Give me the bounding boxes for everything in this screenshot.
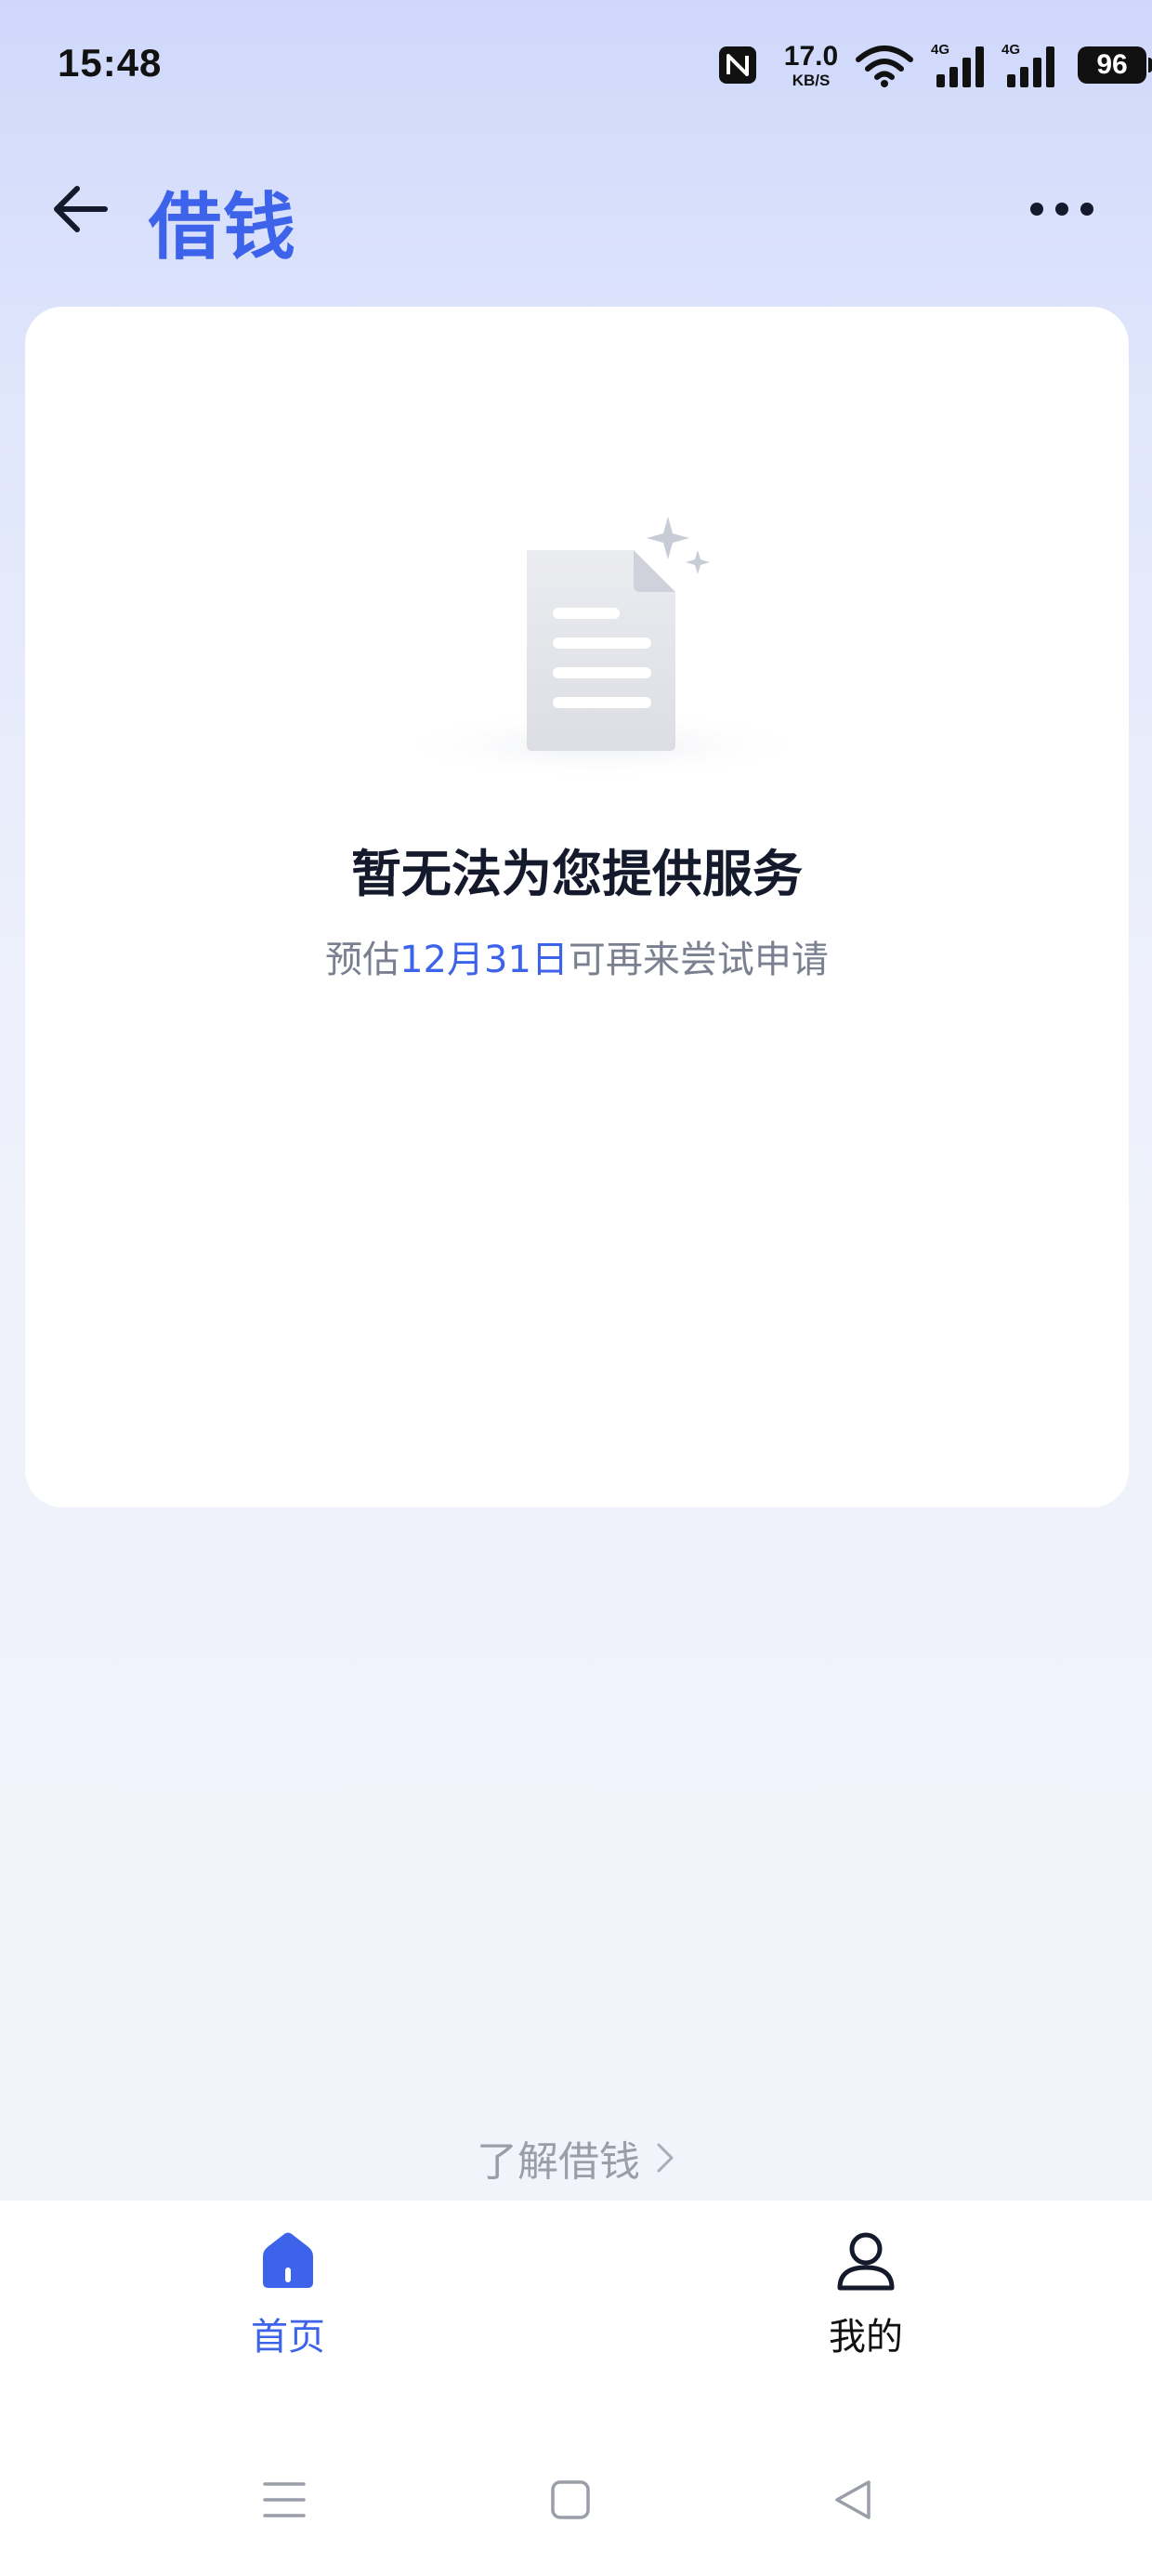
system-home-button[interactable]: [533, 2463, 608, 2537]
chevron-right-icon: [657, 2143, 674, 2173]
tab-mine-label: 我的: [829, 2316, 903, 2359]
empty-document-icon: [397, 517, 815, 781]
learn-more-link[interactable]: 了解借钱: [0, 2128, 1152, 2188]
system-back-button[interactable]: [816, 2463, 890, 2537]
person-icon: [837, 2232, 895, 2291]
subtitle-suffix: 可再来尝试申请: [568, 939, 829, 981]
home-icon: [263, 2232, 313, 2288]
page-title: 借钱: [149, 186, 298, 269]
wifi-icon: [856, 46, 913, 87]
arrow-left-icon: [54, 186, 108, 232]
network-speed-value: 17.0: [783, 41, 839, 72]
signal2-label: 4G: [1001, 42, 1020, 58]
system-nav-bar: [0, 2463, 1152, 2546]
status-bar: 15:48 17.0 KB/S 4G 4G 96: [0, 0, 1152, 139]
empty-state-subtitle: 预估12月31日可再来尝试申请: [25, 929, 1129, 983]
tab-mine[interactable]: 我的: [773, 2228, 959, 2368]
network-speed-unit: KB/S: [792, 72, 831, 89]
tab-home[interactable]: 首页: [195, 2228, 381, 2368]
empty-state-title: 暂无法为您提供服务: [351, 845, 803, 903]
more-options-button[interactable]: [1020, 186, 1104, 232]
subtitle-prefix: 预估: [325, 939, 400, 981]
more-dots-icon: [1030, 203, 1093, 216]
retry-date: 12月31日: [399, 939, 569, 981]
status-card: 暂无法为您提供服务 预估12月31日可再来尝试申请: [25, 307, 1129, 1507]
system-recents-button[interactable]: [247, 2463, 321, 2537]
nfc-icon: [719, 46, 756, 84]
menu-icon: [263, 2482, 306, 2517]
app-header: 借钱: [0, 149, 1152, 288]
cellular-signal-icon-1: 4G: [931, 42, 984, 87]
battery-tip: [1148, 58, 1152, 72]
cellular-signal-icon-2: 4G: [1001, 42, 1054, 87]
back-button[interactable]: [37, 167, 121, 251]
status-icons: 17.0 KB/S 4G 4G 96: [632, 37, 1152, 93]
triangle-back-icon: [835, 2480, 871, 2519]
network-speed: 17.0 KB/S: [779, 41, 844, 89]
status-time: 15:48: [58, 41, 163, 85]
learn-more-label: 了解借钱: [477, 2138, 640, 2186]
tab-home-label: 首页: [251, 2316, 325, 2359]
square-icon: [551, 2480, 590, 2519]
signal1-label: 4G: [931, 42, 949, 58]
battery-icon: 96: [1078, 46, 1146, 84]
